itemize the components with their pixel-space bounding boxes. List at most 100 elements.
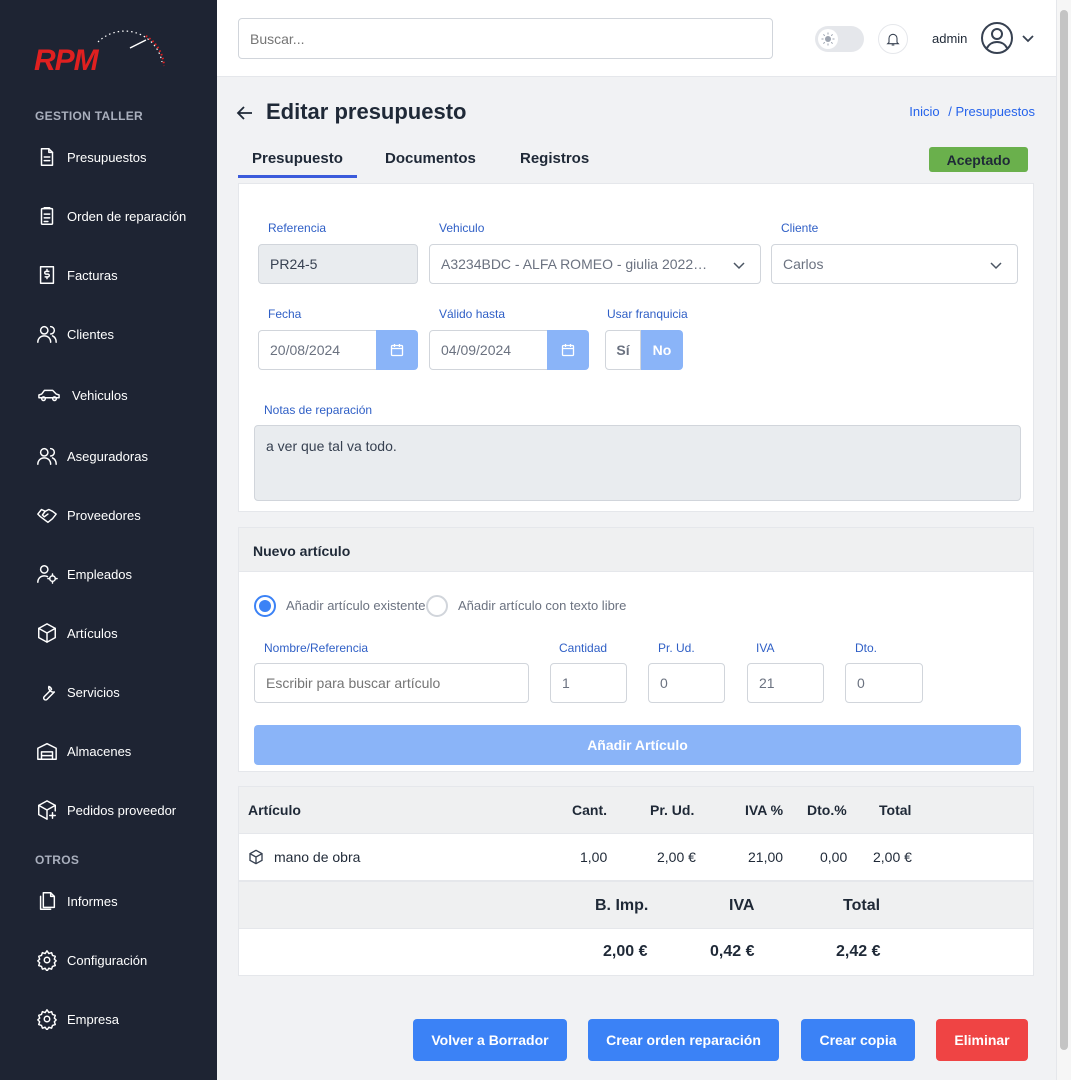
iva-input[interactable]: 21 (747, 663, 824, 703)
rpm-logo[interactable]: RPM (34, 22, 168, 74)
row-iva: 21,00 (748, 849, 784, 865)
eliminar-button[interactable]: Eliminar (936, 1019, 1028, 1061)
row-articulo: mano de obra (274, 849, 361, 865)
page-scrollbar[interactable] (1056, 0, 1071, 1080)
totals-iva-value: 0,42 € (710, 943, 755, 960)
radio-texto-libre[interactable] (426, 595, 448, 617)
totals-bimp-value: 2,00 € (603, 943, 648, 960)
prud-input[interactable]: 0 (648, 663, 725, 703)
nombre-label: Nombre/Referencia (264, 641, 369, 655)
valido-input[interactable]: 04/09/2024 (429, 330, 548, 370)
sidebar-item-proveedores[interactable]: Proveedores (35, 500, 210, 530)
invoice-icon (35, 263, 59, 287)
nombre-input[interactable] (254, 663, 529, 703)
add-article-button[interactable]: Añadir Artículo (254, 725, 1021, 765)
avatar-icon[interactable] (980, 21, 1014, 55)
radio-texto-libre-label[interactable]: Añadir artículo con texto libre (458, 598, 626, 613)
tab-registros[interactable]: Registros (520, 150, 589, 167)
sidebar-item-empleados[interactable]: Empleados (35, 559, 210, 589)
cliente-select[interactable]: Carlos (771, 244, 1018, 284)
gear-icon (35, 948, 59, 972)
sidebar-item-label: Almacenes (67, 743, 132, 759)
sidebar-item-orden-reparacion[interactable]: Orden de reparación (35, 201, 210, 231)
notas-textarea[interactable]: a ver que tal va todo. (254, 425, 1021, 501)
chevron-down-icon[interactable] (1021, 31, 1035, 45)
section-title-otros: OTROS (35, 853, 80, 867)
crear-orden-button[interactable]: Crear orden reparación (588, 1019, 779, 1061)
chevron-down-icon (990, 262, 1002, 270)
cliente-label: Cliente (781, 221, 819, 235)
sidebar-item-almacenes[interactable]: Almacenes (35, 736, 210, 766)
user-name[interactable]: admin (932, 31, 967, 46)
sidebar-item-clientes[interactable]: Clientes (35, 319, 210, 349)
radio-existente-label[interactable]: Añadir artículo existente (286, 598, 425, 613)
breadcrumb-home[interactable]: Inicio (909, 104, 939, 119)
car-icon (35, 383, 63, 407)
box-plus-icon (35, 798, 59, 822)
sidebar-item-label: Vehiculos (72, 387, 128, 403)
col-dto: Dto.% (807, 802, 847, 818)
col-iva: IVA % (745, 802, 784, 818)
fecha-input[interactable]: 20/08/2024 (258, 330, 377, 370)
search-input[interactable] (238, 18, 773, 59)
sidebar-item-configuracion[interactable]: Configuración (35, 945, 210, 975)
reports-icon (35, 889, 59, 913)
scrollbar-thumb[interactable] (1060, 10, 1068, 1050)
crear-copia-button[interactable]: Crear copia (801, 1019, 915, 1061)
vehiculo-select[interactable]: A3234BDC - ALFA ROMEO - giulia 2022… (429, 244, 761, 284)
sidebar-item-vehiculos[interactable]: Vehiculos (35, 380, 210, 410)
totals-iva-header: IVA (729, 897, 755, 914)
wrench-icon (35, 680, 59, 704)
franquicia-no-button[interactable]: No (641, 330, 683, 370)
col-prud: Pr. Ud. (650, 802, 695, 818)
tab-documentos[interactable]: Documentos (385, 150, 476, 167)
sidebar-item-aseguradoras[interactable]: Aseguradoras (35, 441, 210, 471)
sidebar-item-label: Informes (67, 893, 118, 909)
radio-existente[interactable] (254, 595, 276, 617)
document-icon (35, 145, 59, 169)
franquicia-si-button[interactable]: Sí (605, 330, 641, 370)
back-arrow-icon[interactable] (236, 104, 254, 122)
referencia-field: PR24-5 (258, 244, 418, 284)
sidebar-item-label: Artículos (67, 625, 118, 641)
table-row[interactable]: mano de obra 1,00 2,00 € 21,00 0,00 2,00… (239, 834, 1033, 881)
section-title-gestion: GESTION TALLER (35, 109, 143, 123)
notifications-button[interactable] (878, 24, 908, 54)
box-icon (35, 621, 59, 645)
referencia-label: Referencia (268, 221, 327, 235)
volver-borrador-button[interactable]: Volver a Borrador (413, 1019, 567, 1061)
sidebar-item-servicios[interactable]: Servicios (35, 677, 210, 707)
tab-presupuesto[interactable]: Presupuesto (252, 150, 343, 167)
tab-active-indicator (238, 175, 357, 178)
box-icon (249, 849, 263, 865)
notas-label: Notas de reparación (264, 403, 373, 417)
totals-bimp-header: B. Imp. (595, 897, 649, 914)
sidebar-item-label: Clientes (67, 326, 114, 342)
row-total: 2,00 € (873, 849, 912, 865)
sidebar-item-facturas[interactable]: Facturas (35, 260, 210, 290)
sidebar-item-empresa[interactable]: Empresa (35, 1004, 210, 1034)
fecha-calendar-button[interactable] (376, 330, 418, 370)
breadcrumb: Inicio / Presupuestos (909, 104, 1035, 119)
cliente-value: Carlos (783, 256, 824, 272)
sidebar-item-label: Pedidos proveedor (67, 802, 177, 818)
sidebar-item-label: Configuración (67, 952, 148, 968)
totals-total-value: 2,42 € (836, 943, 881, 960)
row-prud: 2,00 € (657, 849, 696, 865)
sidebar-item-informes[interactable]: Informes (35, 886, 210, 916)
iva-label: IVA (756, 641, 775, 655)
dto-input[interactable]: 0 (845, 663, 923, 703)
warehouse-icon (35, 739, 59, 763)
cantidad-label: Cantidad (559, 641, 608, 655)
valido-calendar-button[interactable] (547, 330, 589, 370)
fecha-label: Fecha (268, 307, 302, 321)
bell-icon (886, 33, 900, 46)
breadcrumb-current[interactable]: Presupuestos (956, 104, 1036, 119)
theme-toggle[interactable] (815, 26, 864, 52)
sidebar-item-label: Empleados (67, 566, 133, 582)
sidebar-item-presupuestos[interactable]: Presupuestos (35, 142, 210, 172)
sidebar-item-pedidos-proveedor[interactable]: Pedidos proveedor (35, 795, 210, 825)
cantidad-input[interactable]: 1 (550, 663, 627, 703)
sidebar-item-articulos[interactable]: Artículos (35, 618, 210, 648)
users-icon (35, 444, 59, 468)
